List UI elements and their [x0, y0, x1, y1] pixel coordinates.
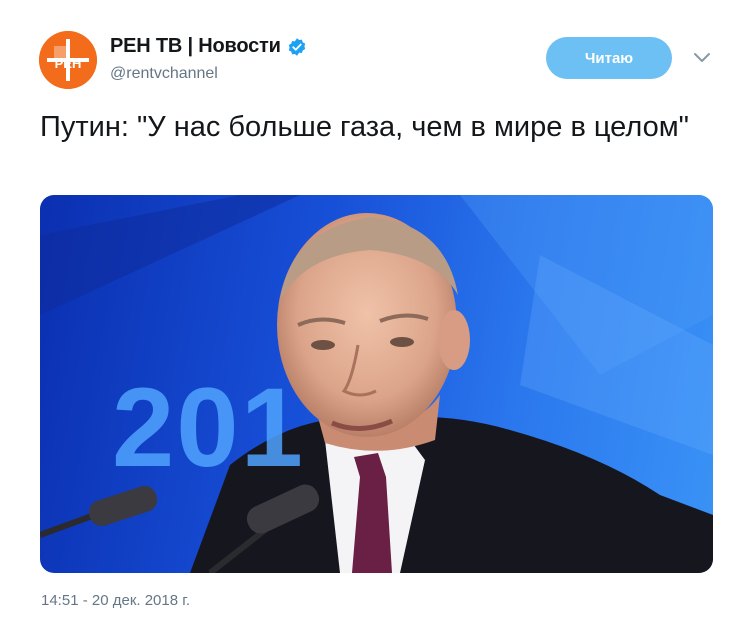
- photo-background-text: 201: [112, 365, 305, 490]
- display-name[interactable]: РЕН ТВ | Новости: [110, 35, 281, 58]
- avatar[interactable]: РЕН: [39, 31, 97, 89]
- tweet-timestamp[interactable]: 14:51 - 20 дек. 2018 г.: [41, 592, 190, 609]
- account-name-row[interactable]: РЕН ТВ | Новости: [110, 35, 307, 58]
- ren-tv-logo-icon: РЕН: [39, 31, 97, 89]
- tweet-text: Путин: "У нас больше газа, чем в мире в …: [40, 111, 689, 143]
- tweet-photo[interactable]: 201: [40, 195, 713, 573]
- svg-text:РЕН: РЕН: [55, 56, 82, 71]
- verified-badge-icon: [287, 37, 307, 57]
- account-handle[interactable]: @rentvchannel: [110, 65, 218, 83]
- tweet-card: РЕН РЕН ТВ | Новости @rentvchannel Читаю…: [0, 0, 753, 623]
- follow-button[interactable]: Читаю: [546, 37, 672, 79]
- chevron-down-icon[interactable]: [693, 52, 711, 64]
